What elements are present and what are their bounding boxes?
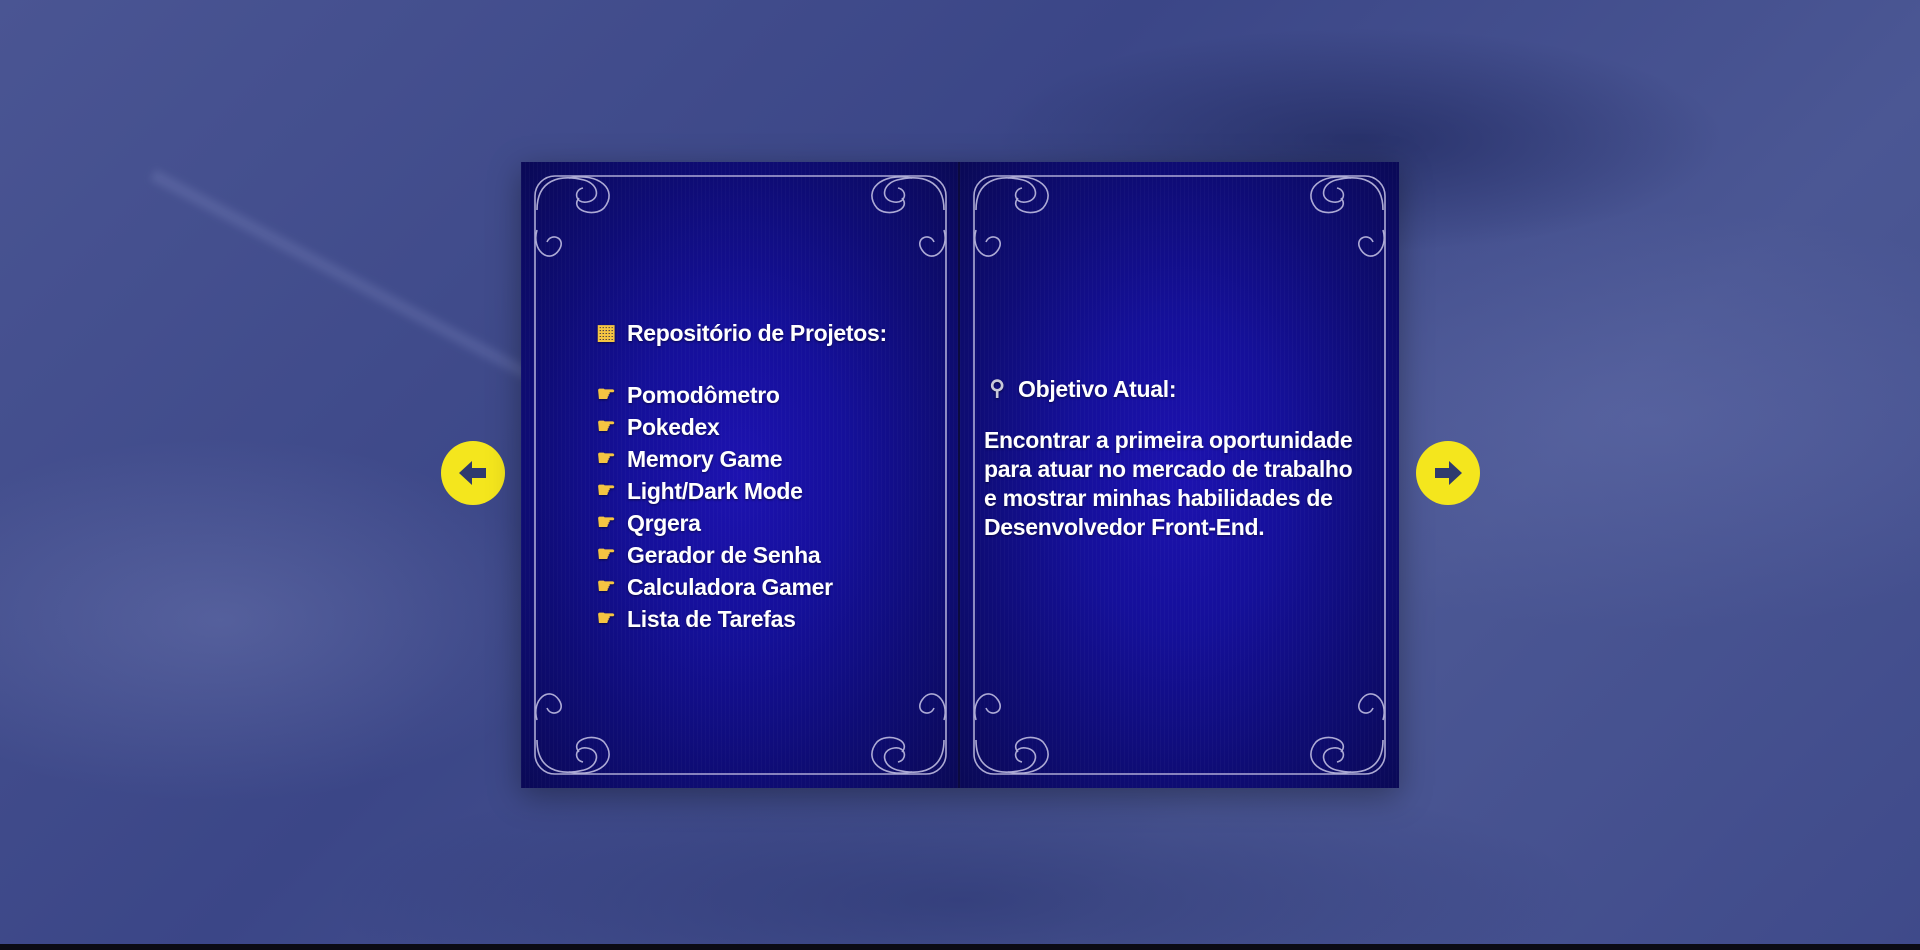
list-item[interactable]: ☛ Calculadora Gamer (593, 571, 887, 603)
list-item[interactable]: ☛ Light/Dark Mode (593, 475, 887, 507)
project-name: Lista de Tarefas (627, 606, 796, 632)
pointing-right-hand-icon: ☛ (596, 607, 616, 630)
project-name: Qrgera (627, 510, 701, 536)
projects-list: ☛ Pomodômetro ☛ Pokedex ☛ Memory Game ☛ Ligh… (593, 379, 887, 635)
goal-section: ⚲ Objetivo Atual: Encontrar a primeira o… (984, 374, 1384, 542)
pointing-right-hand-icon: ☛ (596, 575, 616, 598)
list-item[interactable]: ☛ Pomodômetro (593, 379, 887, 411)
project-name: Calculadora Gamer (627, 574, 833, 600)
goal-line: para atuar no mercado de trabalho (984, 456, 1353, 482)
goal-line: Encontrar a primeira oportunidade (984, 427, 1353, 453)
project-name: Light/Dark Mode (627, 478, 803, 504)
projects-heading-text: Repositório de Projetos: (627, 320, 887, 346)
projects-heading: ▦ Repositório de Projetos: (593, 318, 887, 348)
right-page: ⚲ Objetivo Atual: Encontrar a primeira o… (960, 162, 1399, 788)
projects-section: ▦ Repositório de Projetos: ☛ Pomodômetro … (593, 318, 887, 658)
list-item[interactable]: ☛ Gerador de Senha (593, 539, 887, 571)
project-name: Pokedex (627, 414, 720, 440)
goal-heading-text: Objetivo Atual: (1018, 376, 1177, 402)
pointing-right-hand-icon: ☛ (596, 447, 616, 470)
goal-description: Encontrar a primeira oportunidade para a… (984, 426, 1384, 542)
list-item[interactable]: ☛ Qrgera (593, 507, 887, 539)
project-name: Gerador de Senha (627, 542, 821, 568)
goal-line: e mostrar minhas habilidades de (984, 485, 1333, 511)
left-page: ▦ Repositório de Projetos: ☛ Pomodômetro … (521, 162, 960, 788)
abacus-icon: ▦ (596, 321, 616, 344)
list-item[interactable]: ☛ Pokedex (593, 411, 887, 443)
pointing-right-hand-icon: ☛ (596, 383, 616, 406)
project-name: Memory Game (627, 446, 783, 472)
project-name: Pomodômetro (627, 382, 780, 408)
arrow-right-icon (1435, 461, 1462, 485)
goal-line: Desenvolvedor Front-End. (984, 514, 1265, 540)
list-item[interactable]: ☛ Memory Game (593, 443, 887, 475)
next-page-button[interactable] (1416, 441, 1480, 505)
telescope-icon: ⚲ (989, 377, 1005, 400)
flipbook: ▦ Repositório de Projetos: ☛ Pomodômetro … (521, 162, 1399, 788)
pointing-right-hand-icon: ☛ (596, 479, 616, 502)
previous-page-button[interactable] (441, 441, 505, 505)
pointing-right-hand-icon: ☛ (596, 415, 616, 438)
list-item[interactable]: ☛ Lista de Tarefas (593, 603, 887, 635)
pointing-right-hand-icon: ☛ (596, 511, 616, 534)
goal-heading: ⚲ Objetivo Atual: (984, 374, 1384, 404)
arrow-left-icon (459, 461, 486, 485)
pointing-right-hand-icon: ☛ (596, 543, 616, 566)
